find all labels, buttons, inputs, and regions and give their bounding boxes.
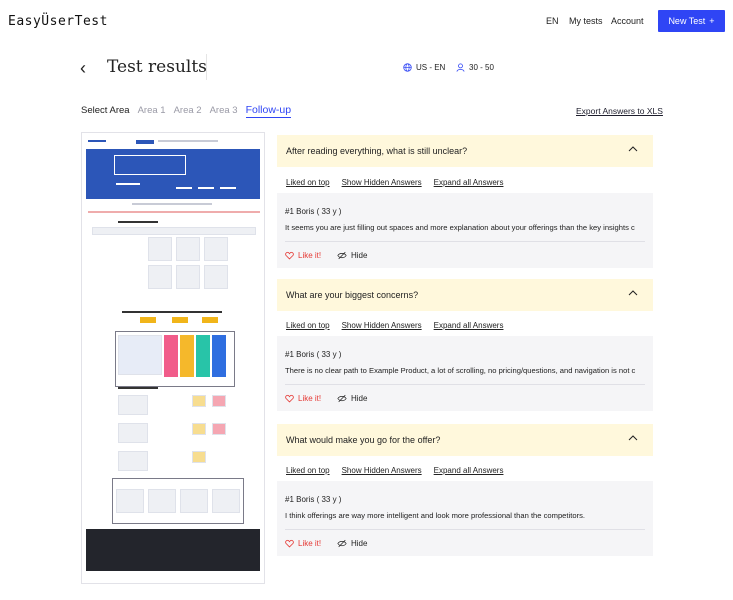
question-links: Liked on top Show Hidden Answers Expand … (286, 321, 503, 330)
answer-divider (285, 384, 645, 385)
liked-on-top-link[interactable]: Liked on top (286, 321, 330, 330)
area-tabs: Select Area Area 1 Area 2 Area 3 Follow-… (81, 104, 292, 118)
show-hidden-answers-link[interactable]: Show Hidden Answers (342, 321, 422, 330)
app-logo[interactable]: EasyÜserTest (8, 14, 108, 29)
globe-icon (403, 63, 412, 72)
new-test-button[interactable]: New Test + (658, 10, 725, 32)
liked-on-top-link[interactable]: Liked on top (286, 178, 330, 187)
chevron-up-icon[interactable] (627, 432, 639, 444)
question-title: What are your biggest concerns? (286, 290, 419, 300)
show-hidden-answers-link[interactable]: Show Hidden Answers (342, 466, 422, 475)
question-links: Liked on top Show Hidden Answers Expand … (286, 466, 503, 475)
eye-off-icon (337, 251, 347, 260)
tab-follow-up[interactable]: Follow-up (245, 104, 292, 118)
question-header[interactable]: After reading everything, what is still … (277, 135, 653, 167)
age-info: 30 - 50 (456, 63, 494, 72)
expand-all-answers-link[interactable]: Expand all Answers (434, 178, 504, 187)
page-preview-thumbnail[interactable] (81, 132, 265, 584)
answer-author: #1 Boris ( 33 y ) (285, 495, 342, 504)
like-label: Like it! (298, 251, 322, 260)
hide-button[interactable]: Hide (337, 394, 367, 403)
tab-area-1[interactable]: Area 1 (138, 105, 166, 118)
answer-card: #1 Boris ( 33 y ) There is no clear path… (277, 336, 653, 411)
new-test-label: New Test (668, 16, 706, 26)
liked-on-top-link[interactable]: Liked on top (286, 466, 330, 475)
like-button[interactable]: Like it! (285, 251, 321, 260)
hide-label: Hide (351, 394, 368, 403)
tab-area-3[interactable]: Area 3 (210, 105, 238, 118)
answer-divider (285, 529, 645, 530)
eye-off-icon (337, 539, 347, 548)
select-area-label: Select Area (81, 105, 130, 116)
hide-label: Hide (351, 251, 368, 260)
nav-account[interactable]: Account (611, 16, 644, 26)
nav-my-tests[interactable]: My tests (569, 16, 603, 26)
question-header[interactable]: What are your biggest concerns? (277, 279, 653, 311)
chevron-up-icon[interactable] (627, 143, 639, 155)
answer-divider (285, 241, 645, 242)
answer-text: There is no clear path to Example Produc… (285, 366, 636, 375)
expand-all-answers-link[interactable]: Expand all Answers (434, 321, 504, 330)
export-xls-link[interactable]: Export Answers to XLS (576, 106, 663, 116)
preview-hero (86, 149, 260, 199)
user-icon (456, 63, 465, 72)
like-label: Like it! (298, 539, 322, 548)
locale-info: US - EN (403, 63, 445, 72)
eye-off-icon (337, 394, 347, 403)
question-links: Liked on top Show Hidden Answers Expand … (286, 178, 503, 187)
heart-icon (285, 539, 294, 548)
like-button[interactable]: Like it! (285, 539, 321, 548)
answer-card: #1 Boris ( 33 y ) It seems you are just … (277, 193, 653, 268)
language-selector[interactable]: EN (546, 16, 559, 26)
tab-area-2[interactable]: Area 2 (174, 105, 202, 118)
question-title: What would make you go for the offer? (286, 435, 441, 445)
hide-label: Hide (351, 539, 368, 548)
answer-author: #1 Boris ( 33 y ) (285, 350, 342, 359)
page-title: Test results (107, 57, 207, 77)
preview-footer (86, 529, 260, 571)
answer-author: #1 Boris ( 33 y ) (285, 207, 342, 216)
answer-card: #1 Boris ( 33 y ) I think offerings are … (277, 481, 653, 556)
hide-button[interactable]: Hide (337, 539, 367, 548)
preview-nav (88, 137, 258, 145)
like-label: Like it! (298, 394, 322, 403)
show-hidden-answers-link[interactable]: Show Hidden Answers (342, 178, 422, 187)
like-button[interactable]: Like it! (285, 394, 321, 403)
chevron-up-icon[interactable] (627, 287, 639, 299)
question-header[interactable]: What would make you go for the offer? (277, 424, 653, 456)
age-range-text: 30 - 50 (469, 63, 494, 72)
answer-text: It seems you are just filling out spaces… (285, 223, 635, 232)
locale-text: US - EN (416, 63, 446, 72)
plus-icon: + (709, 16, 715, 26)
heart-icon (285, 251, 294, 260)
question-title: After reading everything, what is still … (286, 146, 468, 156)
back-chevron-icon[interactable]: ‹ (80, 58, 86, 79)
top-bar: EasyÜserTest EN My tests Account New Tes… (0, 0, 733, 42)
heart-icon (285, 394, 294, 403)
title-divider (206, 54, 207, 80)
expand-all-answers-link[interactable]: Expand all Answers (434, 466, 504, 475)
hide-button[interactable]: Hide (337, 251, 367, 260)
answer-text: I think offerings are way more intellige… (285, 511, 585, 520)
